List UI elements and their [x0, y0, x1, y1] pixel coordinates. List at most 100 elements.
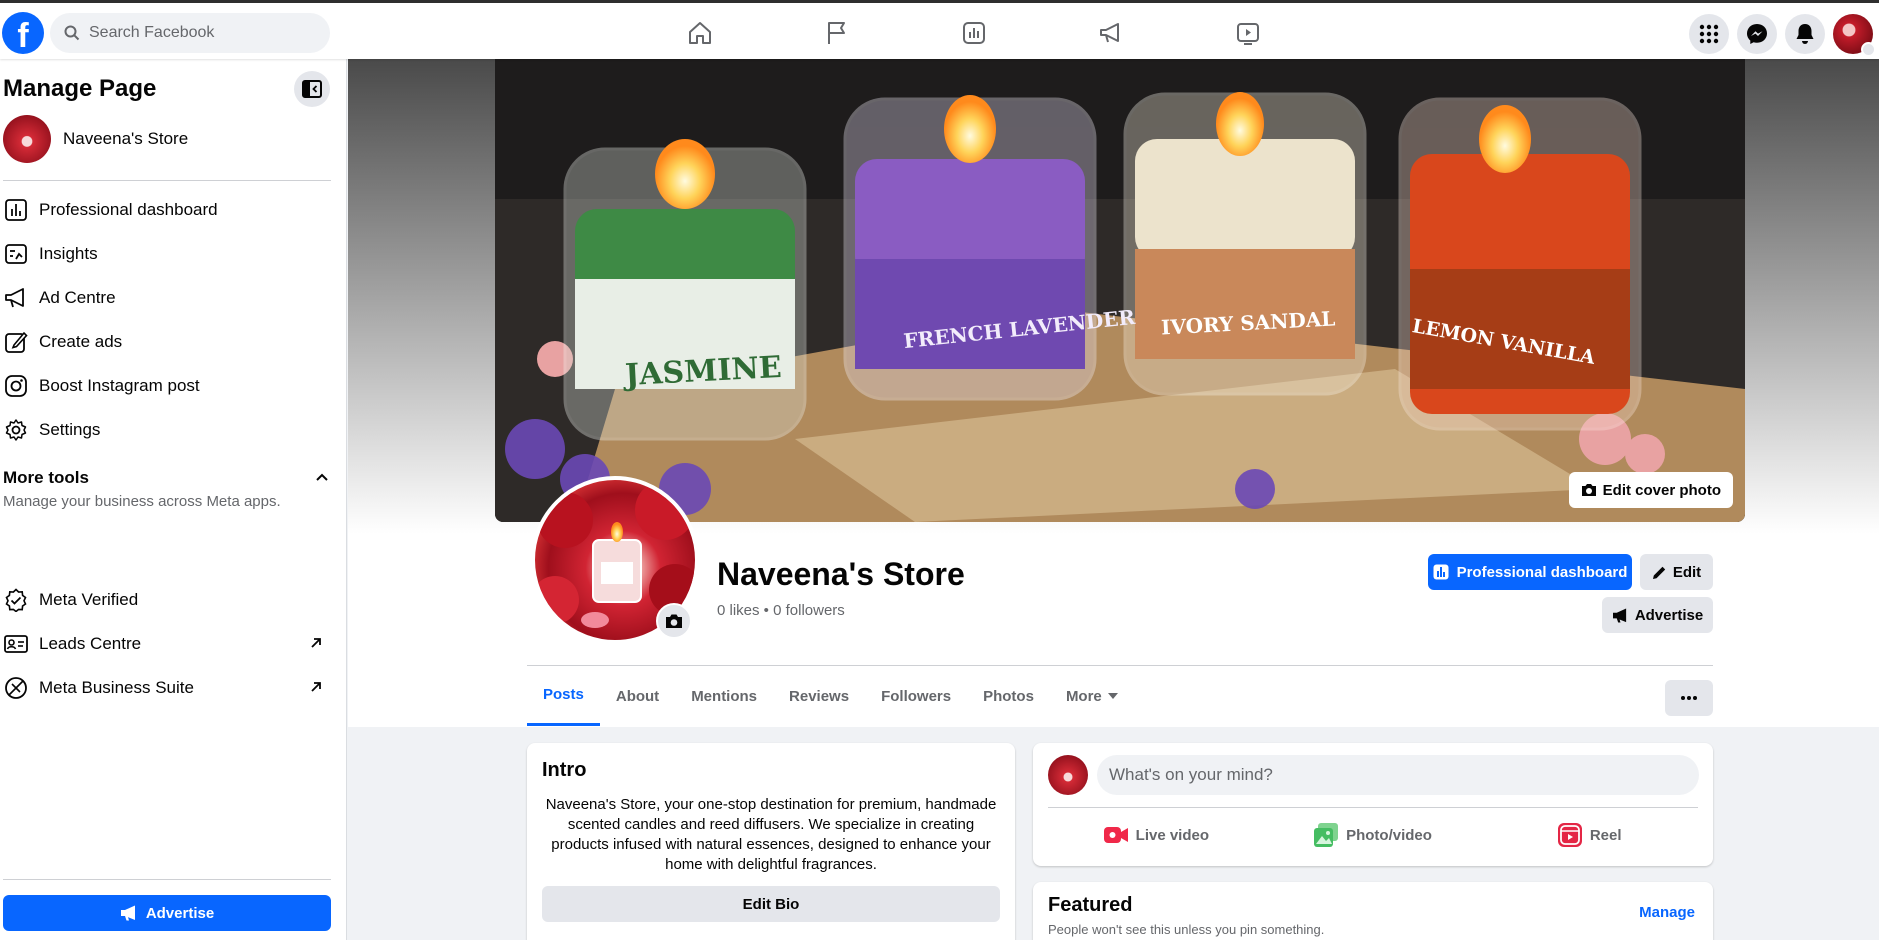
leads-icon [3, 631, 29, 657]
tab-followers[interactable]: Followers [865, 666, 967, 726]
update-profile-picture-button[interactable] [656, 603, 692, 639]
tab-posts[interactable]: Posts [527, 666, 600, 726]
sidebar-item-leads-centre[interactable]: Leads Centre [0, 622, 340, 666]
photo-video-label: Photo/video [1346, 826, 1432, 844]
sidebar-item-label: Boost Instagram post [39, 376, 200, 395]
sidebar-item-label: Professional dashboard [39, 200, 218, 219]
composer-divider [1048, 807, 1698, 808]
chevron-up-icon[interactable] [314, 470, 330, 486]
pencil-icon [1652, 566, 1666, 579]
facebook-logo[interactable]: f [2, 12, 44, 54]
sidebar-advertise-label: Advertise [145, 904, 215, 922]
top-navigation-bar: f [0, 0, 1879, 59]
composer-avatar[interactable] [1048, 755, 1088, 795]
intro-title: Intro [542, 759, 587, 781]
nav-home[interactable] [631, 7, 768, 59]
advertise-button[interactable]: Advertise [1602, 597, 1713, 633]
tab-photos[interactable]: Photos [967, 666, 1050, 726]
sidebar-item-boost-instagram-post[interactable]: Boost Instagram post [0, 364, 340, 408]
featured-title: Featured [1048, 894, 1133, 916]
page-avatar [3, 115, 51, 163]
tab-about[interactable]: About [600, 666, 675, 726]
sidebar-item-meta-business-suite[interactable]: Meta Business Suite [0, 666, 340, 710]
bell-icon [1796, 24, 1814, 44]
edit-cover-photo-button[interactable]: Edit cover photo [1568, 472, 1733, 508]
more-tools-heading: More tools [3, 468, 89, 487]
sidebar-page-name: Naveena's Store [63, 129, 189, 148]
candle-jar-4 [1398, 97, 1642, 431]
insights-icon [3, 241, 29, 267]
sidebar-page-switcher[interactable]: Naveena's Store [3, 115, 188, 163]
sidebar-divider [3, 879, 331, 880]
intro-bio: Naveena's Store, your one-stop destinati… [545, 796, 997, 873]
reel-icon [1557, 823, 1582, 847]
external-link-icon [311, 682, 321, 692]
more-tools-subtitle: Manage your business across Meta apps. [3, 493, 281, 510]
flag-icon [827, 22, 845, 44]
more-options-button[interactable] [1665, 680, 1713, 716]
search-box[interactable] [50, 13, 330, 53]
sidebar-item-settings[interactable]: Settings [0, 408, 340, 452]
sidebar-collapse-button[interactable] [294, 71, 330, 107]
camera-icon [666, 614, 682, 628]
edit-button[interactable]: Edit [1640, 554, 1713, 590]
sidebar-item-label: Ad Centre [39, 288, 116, 307]
tab-mentions[interactable]: Mentions [675, 666, 773, 726]
cover-photo[interactable]: JASMINE FRENCH LAVENDER IVORY SANDAL LEM… [495, 59, 1745, 522]
page-tabs: Posts About Mentions Reviews Followers P… [527, 666, 1134, 726]
sidebar-item-meta-verified[interactable]: Meta Verified [0, 578, 340, 622]
megaphone-icon [120, 905, 135, 921]
home-icon [688, 22, 711, 44]
photo-video-button[interactable]: Photo/video [1265, 815, 1482, 855]
messenger-icon [1747, 24, 1767, 44]
nav-ads[interactable] [1042, 7, 1179, 59]
sidebar-divider [3, 180, 331, 181]
reel-button[interactable]: Reel [1481, 815, 1698, 855]
candle-jar-1 [563, 139, 807, 441]
camera-icon [1581, 484, 1596, 496]
live-video-button[interactable]: Live video [1048, 815, 1265, 855]
nav-video[interactable] [1179, 7, 1316, 59]
business-suite-icon [3, 675, 29, 701]
advertise-label: Advertise [1634, 606, 1704, 624]
post-composer: What's on your mind? Live video Photo/vi… [1033, 743, 1713, 866]
sidebar-item-create-ads[interactable]: Create ads [0, 320, 340, 364]
menu-grid-icon [1699, 24, 1719, 44]
caret-down-icon [1107, 693, 1118, 699]
sidebar-item-insights[interactable]: Insights [0, 232, 340, 276]
video-icon [1236, 23, 1259, 45]
search-input[interactable] [89, 24, 309, 42]
megaphone-icon [1099, 23, 1119, 43]
nav-pages[interactable] [768, 7, 905, 59]
tab-more[interactable]: More [1050, 666, 1134, 726]
tab-more-label: More [1065, 687, 1102, 705]
ellipsis-icon [1681, 696, 1697, 700]
edit-label: Edit [1672, 563, 1702, 581]
featured-manage-link[interactable]: Manage [1639, 904, 1695, 921]
sidebar-item-ad-centre[interactable]: Ad Centre [0, 276, 340, 320]
verified-badge-icon [3, 587, 29, 613]
menu-button[interactable] [1689, 14, 1729, 54]
live-video-icon [1103, 827, 1128, 843]
composer-input[interactable]: What's on your mind? [1097, 755, 1699, 795]
sidebar-item-label: Create ads [39, 332, 123, 351]
professional-dashboard-button[interactable]: Professional dashboard [1428, 554, 1632, 590]
candles-cover-image [495, 59, 1745, 522]
nav-insights[interactable] [905, 7, 1042, 59]
page-stats[interactable]: 0 likes • 0 followers [717, 602, 845, 619]
messenger-button[interactable] [1737, 14, 1777, 54]
candle-jar-2 [843, 95, 1097, 401]
photo-icon [1314, 823, 1339, 847]
featured-card: Featured People won't see this unless yo… [1033, 882, 1713, 940]
dashboard-icon [1433, 564, 1449, 580]
megaphone-icon [1612, 607, 1626, 623]
edit-bio-button[interactable]: Edit Bio [542, 886, 1000, 922]
tab-reviews[interactable]: Reviews [773, 666, 865, 726]
notifications-button[interactable] [1785, 14, 1825, 54]
candle-jar-3 [1123, 92, 1367, 396]
sidebar-advertise-button[interactable]: Advertise [3, 895, 331, 931]
featured-subtitle: People won't see this unless you pin som… [1048, 922, 1325, 937]
account-avatar[interactable] [1833, 14, 1876, 57]
sidebar-item-professional-dashboard[interactable]: Professional dashboard [0, 188, 340, 232]
gear-icon [3, 417, 29, 443]
